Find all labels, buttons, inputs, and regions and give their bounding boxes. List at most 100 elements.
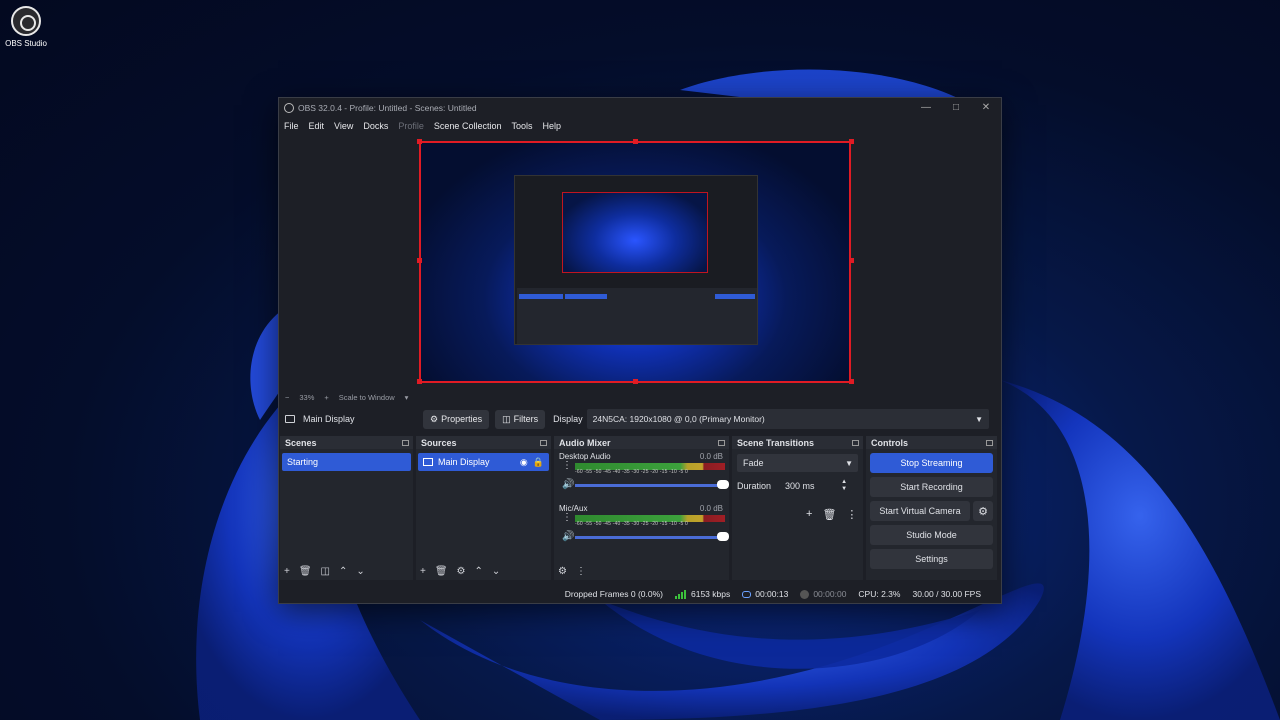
minimize-icon[interactable]: — bbox=[911, 102, 941, 113]
settings-button[interactable]: Settings bbox=[870, 549, 993, 569]
scene-item[interactable]: Starting bbox=[282, 453, 411, 471]
zoom-in-button[interactable]: + bbox=[324, 393, 328, 402]
menu-file[interactable]: File bbox=[284, 121, 299, 131]
selection-handle[interactable] bbox=[417, 139, 422, 144]
volume-slider[interactable] bbox=[575, 484, 723, 487]
title-bar[interactable]: OBS 32.0.4 - Profile: Untitled - Scenes:… bbox=[279, 98, 1001, 117]
nested-canvas bbox=[562, 192, 708, 273]
speaker-icon[interactable]: 🔊 bbox=[562, 531, 574, 542]
preview-area[interactable] bbox=[279, 135, 1001, 388]
sources-title: Sources bbox=[421, 437, 457, 448]
meter-ticks: -60 -55 -50 -45 -40 -35 -30 -25 -20 -15 … bbox=[575, 469, 688, 475]
close-icon[interactable]: ✕ bbox=[971, 102, 1001, 113]
filters-button[interactable]: ◫ Filters bbox=[495, 409, 546, 429]
move-up-icon[interactable]: ⌃ bbox=[475, 566, 483, 577]
scene-transitions-dock: Scene Transitions Fade ▼ Duration 300 ms… bbox=[732, 436, 863, 580]
lock-icon[interactable]: 🔒 bbox=[533, 457, 544, 468]
maximize-icon[interactable]: □ bbox=[941, 102, 971, 113]
add-transition-button[interactable]: + bbox=[806, 508, 812, 521]
undock-icon[interactable] bbox=[718, 439, 725, 446]
add-source-button[interactable]: + bbox=[420, 566, 426, 577]
menu-profile[interactable]: Profile bbox=[398, 121, 424, 131]
selection-handle[interactable] bbox=[849, 258, 854, 263]
move-down-icon[interactable]: ⌄ bbox=[356, 566, 364, 577]
dropped-frames: Dropped Frames 0 (0.0%) bbox=[564, 589, 663, 599]
selection-handle[interactable] bbox=[849, 379, 854, 384]
source-item[interactable]: Main Display ◉ 🔒 bbox=[418, 453, 549, 471]
controls-title: Controls bbox=[871, 437, 908, 448]
add-scene-button[interactable]: + bbox=[284, 566, 290, 577]
chevron-down-icon: ▼ bbox=[845, 458, 853, 468]
gear-icon[interactable]: ⚙ bbox=[973, 501, 993, 521]
menu-edit[interactable]: Edit bbox=[309, 121, 325, 131]
trash-icon[interactable]: 🗑 bbox=[435, 566, 448, 577]
zoom-level: 33% bbox=[299, 392, 315, 402]
streaming-icon bbox=[742, 590, 752, 598]
obs-app-icon bbox=[284, 102, 294, 113]
undock-icon[interactable] bbox=[540, 439, 547, 446]
undock-icon[interactable] bbox=[402, 439, 409, 446]
undock-icon[interactable] bbox=[852, 439, 859, 446]
volume-slider[interactable] bbox=[575, 536, 723, 539]
audio-mixer-dock: Audio Mixer Desktop Audio 0.0 dB ⋮ -60 -… bbox=[554, 436, 729, 580]
fps: 30.00 / 30.00 FPS bbox=[912, 589, 981, 599]
selection-handle[interactable] bbox=[633, 379, 638, 384]
transition-menu-icon[interactable]: ⋮ bbox=[846, 508, 857, 521]
mixer-settings-icon[interactable]: ⚙ bbox=[558, 566, 567, 577]
desktop-icon-obs-studio[interactable]: OBS Studio bbox=[4, 6, 48, 48]
scene-filters-icon[interactable]: ◫ bbox=[321, 566, 330, 577]
selected-source-name: Main Display bbox=[303, 414, 355, 424]
controls-dock: Controls Stop Streaming Start Recording … bbox=[866, 436, 997, 580]
volume-slider-handle[interactable] bbox=[717, 532, 729, 541]
start-virtual-camera-button[interactable]: Start Virtual Camera bbox=[870, 501, 970, 521]
channel-menu-icon[interactable]: ⋮ bbox=[562, 513, 572, 523]
monitor-icon bbox=[423, 458, 433, 466]
monitor-icon bbox=[285, 415, 295, 423]
menu-bar: File Edit View Docks Profile Scene Colle… bbox=[279, 117, 1001, 135]
speaker-icon[interactable]: 🔊 bbox=[562, 479, 574, 490]
menu-tools[interactable]: Tools bbox=[511, 121, 532, 131]
selection-handle[interactable] bbox=[633, 139, 638, 144]
menu-help[interactable]: Help bbox=[542, 121, 561, 131]
preview-canvas[interactable] bbox=[419, 141, 851, 383]
properties-button[interactable]: ⚙ Properties bbox=[423, 409, 490, 429]
stop-streaming-button[interactable]: Stop Streaming bbox=[870, 453, 993, 473]
studio-mode-button[interactable]: Studio Mode bbox=[870, 525, 993, 545]
zoom-out-button[interactable]: − bbox=[285, 393, 289, 402]
record-icon bbox=[800, 589, 810, 599]
source-toolbar: Main Display ⚙ Properties ◫ Filters Displa… bbox=[279, 407, 1001, 431]
trash-icon[interactable]: 🗑 bbox=[822, 508, 836, 521]
move-up-icon[interactable]: ⌃ bbox=[339, 566, 347, 577]
scenes-dock: Scenes Starting + 🗑 ◫ ⌃ ⌄ bbox=[280, 436, 413, 580]
chevron-down-icon: ▼ bbox=[975, 414, 983, 424]
move-down-icon[interactable]: ⌄ bbox=[492, 566, 500, 577]
audio-mixer-title: Audio Mixer bbox=[559, 437, 611, 448]
spin-arrows-icon[interactable]: ▲ ▼ bbox=[841, 479, 847, 493]
scale-mode[interactable]: Scale to Window bbox=[339, 393, 395, 402]
volume-slider-handle[interactable] bbox=[717, 480, 729, 489]
selection-handle[interactable] bbox=[849, 139, 854, 144]
visibility-eye-icon[interactable]: ◉ bbox=[520, 457, 528, 468]
record-time: 00:00:00 bbox=[800, 589, 846, 599]
start-recording-button[interactable]: Start Recording bbox=[870, 477, 993, 497]
channel-db: 0.0 dB bbox=[699, 452, 723, 461]
duration-spinbox[interactable]: 300 ms ▲ ▼ bbox=[779, 477, 850, 495]
trash-icon[interactable]: 🗑 bbox=[299, 566, 312, 577]
mixer-menu-icon[interactable]: ⋮ bbox=[576, 566, 586, 577]
channel-menu-icon[interactable]: ⋮ bbox=[562, 461, 572, 471]
transition-select[interactable]: Fade ▼ bbox=[737, 454, 858, 472]
selection-handle[interactable] bbox=[417, 258, 422, 263]
mixer-channel-mic-aux: Mic/Aux 0.0 dB ⋮ -60 -55 -50 -45 -40 -35… bbox=[554, 501, 729, 553]
menu-scene-collection[interactable]: Scene Collection bbox=[434, 121, 502, 131]
menu-view[interactable]: View bbox=[334, 121, 353, 131]
chevron-down-icon[interactable]: ▾ bbox=[405, 393, 409, 402]
display-select[interactable]: 24N5CA: 1920x1080 @ 0,0 (Primary Monitor… bbox=[586, 409, 989, 429]
gear-icon: ⚙ bbox=[430, 413, 439, 424]
menu-docks[interactable]: Docks bbox=[363, 121, 388, 131]
bitrate: 6153 kbps bbox=[675, 589, 730, 599]
scenes-title: Scenes bbox=[285, 437, 317, 448]
window-title: OBS 32.0.4 - Profile: Untitled - Scenes:… bbox=[298, 102, 477, 113]
selection-handle[interactable] bbox=[417, 379, 422, 384]
gear-icon[interactable]: ⚙ bbox=[457, 566, 466, 577]
undock-icon[interactable] bbox=[986, 439, 993, 446]
